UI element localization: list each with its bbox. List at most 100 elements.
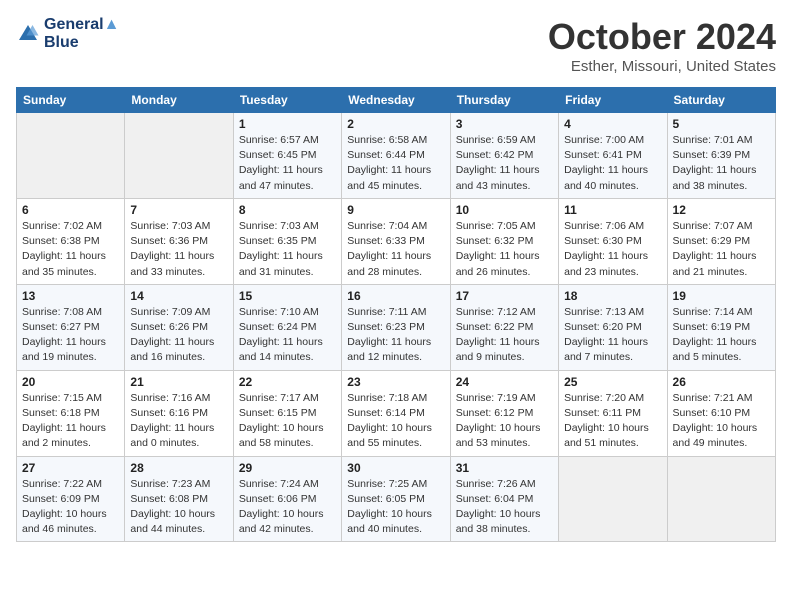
calendar-cell: 13 Sunrise: 7:08 AM Sunset: 6:27 PM Dayli…: [17, 284, 125, 370]
day-number: 4: [564, 117, 661, 131]
day-number: 21: [130, 375, 227, 389]
day-info: Sunrise: 7:25 AM Sunset: 6:05 PM Dayligh…: [347, 477, 444, 538]
calendar-cell: 24Sunrise: 7:19 AM Sunset: 6:12 PM Dayli…: [450, 370, 558, 456]
calendar-cell: 25 Sunrise: 7:20 AM Sunset: 6:11 PM Dayli…: [559, 370, 667, 456]
day-number: 20: [22, 375, 119, 389]
day-number: 28: [130, 461, 227, 475]
calendar-cell: 14 Sunrise: 7:09 AM Sunset: 6:26 PM Dayli…: [125, 284, 233, 370]
day-info: Sunrise: 7:14 AM Sunset: 6:19 PM Dayligh…: [673, 305, 770, 366]
day-number: 22: [239, 375, 336, 389]
day-number: 2: [347, 117, 444, 131]
day-info: Sunrise: 7:06 AM Sunset: 6:30 PM Dayligh…: [564, 219, 661, 280]
day-info: Sunrise: 7:11 AM Sunset: 6:23 PM Dayligh…: [347, 305, 444, 366]
calendar-cell: 16 Sunrise: 7:11 AM Sunset: 6:23 PM Dayli…: [342, 284, 450, 370]
day-info: Sunrise: 7:08 AM Sunset: 6:27 PM Dayligh…: [22, 305, 119, 366]
page-header: General▲ Blue October 2024 Esther, Misso…: [16, 16, 776, 75]
day-number: 14: [130, 289, 227, 303]
calendar-cell: 21 Sunrise: 7:16 AM Sunset: 6:16 PM Dayli…: [125, 370, 233, 456]
day-info: Sunrise: 7:17 AM Sunset: 6:15 PM Dayligh…: [239, 391, 336, 452]
calendar-cell: [125, 113, 233, 199]
calendar-cell: 26Sunrise: 7:21 AM Sunset: 6:10 PM Dayli…: [667, 370, 775, 456]
day-info: Sunrise: 7:04 AM Sunset: 6:33 PM Dayligh…: [347, 219, 444, 280]
calendar-cell: 31 Sunrise: 7:26 AM Sunset: 6:04 PM Dayli…: [450, 456, 558, 542]
calendar-week-row: 1Sunrise: 6:57 AM Sunset: 6:45 PM Daylig…: [17, 113, 776, 199]
weekday-header: Friday: [559, 88, 667, 113]
day-number: 6: [22, 203, 119, 217]
day-number: 27: [22, 461, 119, 475]
logo: General▲ Blue: [16, 16, 119, 52]
day-info: Sunrise: 6:59 AM Sunset: 6:42 PM Dayligh…: [456, 133, 553, 194]
day-info: Sunrise: 7:01 AM Sunset: 6:39 PM Dayligh…: [673, 133, 770, 194]
calendar-cell: 22 Sunrise: 7:17 AM Sunset: 6:15 PM Dayli…: [233, 370, 341, 456]
day-number: 18: [564, 289, 661, 303]
day-info: Sunrise: 7:02 AM Sunset: 6:38 PM Dayligh…: [22, 219, 119, 280]
calendar-cell: 30 Sunrise: 7:25 AM Sunset: 6:05 PM Dayli…: [342, 456, 450, 542]
day-info: Sunrise: 7:22 AM Sunset: 6:09 PM Dayligh…: [22, 477, 119, 538]
day-number: 9: [347, 203, 444, 217]
day-info: Sunrise: 7:05 AM Sunset: 6:32 PM Dayligh…: [456, 219, 553, 280]
day-number: 5: [673, 117, 770, 131]
day-number: 8: [239, 203, 336, 217]
calendar-cell: 20Sunrise: 7:15 AM Sunset: 6:18 PM Dayli…: [17, 370, 125, 456]
day-info: Sunrise: 7:24 AM Sunset: 6:06 PM Dayligh…: [239, 477, 336, 538]
calendar-header-row: SundayMondayTuesdayWednesdayThursdayFrid…: [17, 88, 776, 113]
calendar-week-row: 6 Sunrise: 7:02 AM Sunset: 6:38 PM Daylig…: [17, 198, 776, 284]
calendar-table: SundayMondayTuesdayWednesdayThursdayFrid…: [16, 87, 776, 542]
day-info: Sunrise: 7:16 AM Sunset: 6:16 PM Dayligh…: [130, 391, 227, 452]
weekday-header: Saturday: [667, 88, 775, 113]
calendar-cell: 12Sunrise: 7:07 AM Sunset: 6:29 PM Dayli…: [667, 198, 775, 284]
calendar-cell: 3Sunrise: 6:59 AM Sunset: 6:42 PM Daylig…: [450, 113, 558, 199]
calendar-cell: 29 Sunrise: 7:24 AM Sunset: 6:06 PM Dayli…: [233, 456, 341, 542]
day-number: 13: [22, 289, 119, 303]
weekday-header: Sunday: [17, 88, 125, 113]
calendar-cell: 17Sunrise: 7:12 AM Sunset: 6:22 PM Dayli…: [450, 284, 558, 370]
calendar-cell: [667, 456, 775, 542]
calendar-cell: 28 Sunrise: 7:23 AM Sunset: 6:08 PM Dayli…: [125, 456, 233, 542]
month-title: October 2024: [548, 16, 776, 58]
calendar-cell: [17, 113, 125, 199]
day-info: Sunrise: 7:23 AM Sunset: 6:08 PM Dayligh…: [130, 477, 227, 538]
day-info: Sunrise: 7:26 AM Sunset: 6:04 PM Dayligh…: [456, 477, 553, 538]
calendar-cell: 7 Sunrise: 7:03 AM Sunset: 6:36 PM Daylig…: [125, 198, 233, 284]
calendar-week-row: 13 Sunrise: 7:08 AM Sunset: 6:27 PM Dayli…: [17, 284, 776, 370]
weekday-header: Wednesday: [342, 88, 450, 113]
day-number: 11: [564, 203, 661, 217]
day-number: 24: [456, 375, 553, 389]
weekday-header: Monday: [125, 88, 233, 113]
calendar-cell: 23 Sunrise: 7:18 AM Sunset: 6:14 PM Dayli…: [342, 370, 450, 456]
day-info: Sunrise: 6:58 AM Sunset: 6:44 PM Dayligh…: [347, 133, 444, 194]
day-info: Sunrise: 7:18 AM Sunset: 6:14 PM Dayligh…: [347, 391, 444, 452]
calendar-cell: [559, 456, 667, 542]
day-number: 29: [239, 461, 336, 475]
day-number: 7: [130, 203, 227, 217]
day-info: Sunrise: 7:03 AM Sunset: 6:36 PM Dayligh…: [130, 219, 227, 280]
day-number: 23: [347, 375, 444, 389]
day-number: 19: [673, 289, 770, 303]
calendar-cell: 15Sunrise: 7:10 AM Sunset: 6:24 PM Dayli…: [233, 284, 341, 370]
calendar-cell: 5 Sunrise: 7:01 AM Sunset: 6:39 PM Daylig…: [667, 113, 775, 199]
day-number: 1: [239, 117, 336, 131]
calendar-cell: 19 Sunrise: 7:14 AM Sunset: 6:19 PM Dayli…: [667, 284, 775, 370]
calendar-week-row: 27 Sunrise: 7:22 AM Sunset: 6:09 PM Dayli…: [17, 456, 776, 542]
logo-text: General▲ Blue: [44, 16, 119, 52]
day-number: 17: [456, 289, 553, 303]
weekday-header: Tuesday: [233, 88, 341, 113]
day-number: 10: [456, 203, 553, 217]
day-info: Sunrise: 7:20 AM Sunset: 6:11 PM Dayligh…: [564, 391, 661, 452]
day-info: Sunrise: 7:03 AM Sunset: 6:35 PM Dayligh…: [239, 219, 336, 280]
day-number: 25: [564, 375, 661, 389]
day-number: 16: [347, 289, 444, 303]
calendar-cell: 18Sunrise: 7:13 AM Sunset: 6:20 PM Dayli…: [559, 284, 667, 370]
day-number: 12: [673, 203, 770, 217]
day-number: 31: [456, 461, 553, 475]
day-info: Sunrise: 7:09 AM Sunset: 6:26 PM Dayligh…: [130, 305, 227, 366]
day-info: Sunrise: 7:10 AM Sunset: 6:24 PM Dayligh…: [239, 305, 336, 366]
calendar-cell: 4 Sunrise: 7:00 AM Sunset: 6:41 PM Daylig…: [559, 113, 667, 199]
day-info: Sunrise: 7:00 AM Sunset: 6:41 PM Dayligh…: [564, 133, 661, 194]
calendar-cell: 11 Sunrise: 7:06 AM Sunset: 6:30 PM Dayli…: [559, 198, 667, 284]
day-info: Sunrise: 7:21 AM Sunset: 6:10 PM Dayligh…: [673, 391, 770, 452]
calendar-cell: 8 Sunrise: 7:03 AM Sunset: 6:35 PM Daylig…: [233, 198, 341, 284]
logo-icon: [16, 22, 40, 46]
day-number: 30: [347, 461, 444, 475]
calendar-cell: 10 Sunrise: 7:05 AM Sunset: 6:32 PM Dayli…: [450, 198, 558, 284]
